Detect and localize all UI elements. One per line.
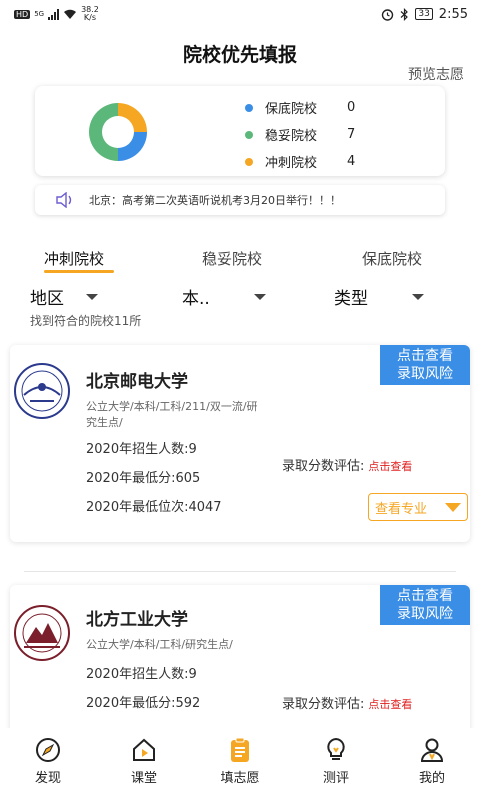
enroll-count: 2020年招生人数:9 — [86, 442, 197, 457]
net-speed: 38.2 K/s — [81, 6, 99, 22]
notice-bar[interactable]: 北京：高考第二次英语听说机考3月20日举行！！！ — [35, 185, 445, 215]
nav-discover[interactable]: 发现 — [0, 728, 96, 800]
legend-row-safe: 保底院校 0 — [245, 94, 355, 121]
triangle-down-icon — [445, 502, 461, 512]
clipboard-icon — [231, 737, 249, 762]
score-evaluation: 录取分数评估: 点击查看 — [282, 455, 412, 474]
hd-badge: HD — [14, 9, 31, 19]
nav-volunteer[interactable]: 填志愿 — [192, 728, 288, 800]
level-filter-label: 本.. — [182, 289, 210, 309]
alarm-icon — [382, 8, 394, 21]
risk-line2: 录取风险 — [397, 606, 453, 622]
min-rank: 2020年最低位次:4047 — [86, 500, 222, 515]
legend-label: 冲刺院校 — [265, 156, 318, 171]
legend-label: 稳妥院校 — [265, 129, 318, 144]
min-score: 2020年最低分:605 — [86, 471, 201, 486]
legend-dot — [245, 157, 253, 166]
legend-row-reach: 冲刺院校 4 — [245, 148, 355, 175]
school-logo — [14, 363, 70, 419]
legend-dot — [245, 103, 253, 112]
legend-row-stable: 稳妥院校 7 — [245, 121, 355, 148]
region-filter[interactable]: 地区 — [30, 284, 98, 309]
eval-link[interactable]: 点击查看 — [368, 698, 412, 711]
clock: 2:55 — [438, 6, 468, 22]
admission-risk-button[interactable]: 点击查看 录取风险 — [380, 585, 470, 625]
risk-line1: 点击查看 — [397, 348, 453, 364]
chevron-down-icon — [253, 293, 266, 300]
user-icon — [420, 738, 444, 762]
nav-label: 课堂 — [130, 771, 157, 786]
nav-label: 发现 — [34, 771, 61, 786]
school-tags: 公立大学/本科/工科/研究生点/ — [86, 638, 233, 651]
eval-label: 录取分数评估: — [282, 697, 365, 712]
compass-icon — [36, 738, 60, 762]
type-filter-label: 类型 — [334, 289, 368, 309]
view-majors-label: 查看专业 — [375, 501, 428, 517]
nav-classroom[interactable]: 课堂 — [96, 728, 192, 800]
summary-legend: 保底院校 0 稳妥院校 7 冲刺院校 4 — [245, 94, 355, 175]
view-majors-button[interactable]: 查看专业 — [368, 493, 468, 521]
page-title: 院校优先填报 — [182, 44, 297, 66]
enroll-count: 2020年招生人数:9 — [86, 667, 197, 682]
nav-assessment[interactable]: 测评 — [288, 728, 384, 800]
nav-label: 测评 — [322, 771, 349, 786]
donut-segment-reach — [118, 103, 147, 132]
school-card[interactable]: 北方工业大学 公立大学/本科/工科/研究生点/ 2020年招生人数:9 2020… — [10, 585, 470, 735]
speaker-icon — [55, 192, 75, 208]
admission-risk-button[interactable]: 点击查看 录取风险 — [380, 345, 470, 385]
legend-count: 4 — [347, 154, 356, 169]
risk-line1: 点击查看 — [397, 588, 453, 604]
risk-line2: 录取风险 — [397, 366, 453, 382]
chevron-down-icon — [86, 293, 98, 300]
battery-indicator: 33 — [415, 8, 433, 20]
donut-segment-stable — [89, 103, 118, 161]
legend-count: 7 — [347, 127, 356, 142]
school-logo — [14, 605, 70, 661]
type-filter[interactable]: 类型 — [334, 284, 424, 309]
school-name: 北京邮电大学 — [86, 372, 188, 392]
preview-volunteer-link[interactable]: 预览志愿 — [408, 64, 464, 84]
network-type: 5G — [34, 10, 45, 18]
tab-stable[interactable]: 稳妥院校 — [202, 248, 262, 269]
bluetooth-icon — [400, 7, 409, 21]
tab-reach[interactable]: 冲刺院校 — [44, 248, 104, 269]
region-filter-label: 地区 — [30, 289, 64, 309]
score-evaluation: 录取分数评估: 点击查看 — [282, 693, 412, 712]
status-bar: HD 5G 38.2 K/s 33 2:55 — [0, 0, 480, 28]
filter-bar: 地区 本.. 类型 — [0, 284, 480, 309]
signal-icon — [48, 8, 60, 20]
eval-link[interactable]: 点击查看 — [368, 460, 412, 473]
notice-text: 北京：高考第二次英语听说机考3月20日举行！！！ — [89, 194, 341, 207]
nav-label: 填志愿 — [220, 771, 260, 786]
level-filter[interactable]: 本.. — [182, 284, 266, 309]
chevron-down-icon — [412, 293, 424, 300]
status-right: 33 2:55 — [381, 7, 468, 22]
card-divider — [24, 571, 456, 572]
tab-safe[interactable]: 保底院校 — [362, 248, 422, 269]
eval-label: 录取分数评估: — [282, 459, 365, 474]
min-score: 2020年最低分:592 — [86, 696, 201, 711]
legend-label: 保底院校 — [265, 102, 318, 117]
nav-profile[interactable]: 我的 — [384, 728, 480, 800]
school-tags: 公立大学/本科/工科/211/双一流/研究生点/ — [86, 400, 258, 429]
result-count: 找到符合的院校11所 — [30, 314, 142, 328]
summary-donut-chart — [89, 103, 147, 161]
lightbulb-icon — [327, 737, 345, 760]
bottom-nav: 发现 课堂 填志愿 测评 我的 — [0, 728, 480, 800]
donut-segment-safe — [118, 132, 147, 161]
legend-count: 0 — [347, 100, 356, 115]
nav-label: 我的 — [418, 771, 445, 786]
legend-dot — [245, 130, 253, 139]
school-card[interactable]: 北京邮电大学 公立大学/本科/工科/211/双一流/研究生点/ 2020年招生人… — [10, 345, 470, 542]
school-name: 北方工业大学 — [86, 610, 188, 630]
net-speed-unit: K/s — [83, 13, 97, 22]
active-tab-indicator — [44, 270, 114, 273]
status-left: HD 5G 38.2 K/s — [14, 6, 99, 22]
summary-card: 保底院校 0 稳妥院校 7 冲刺院校 4 — [35, 86, 445, 176]
play-house-icon — [133, 738, 155, 761]
wifi-icon — [64, 9, 77, 19]
